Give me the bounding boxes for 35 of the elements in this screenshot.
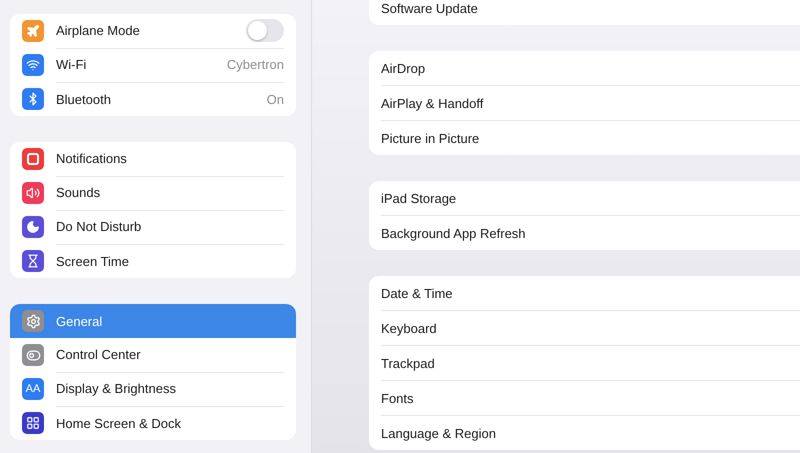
- sidebar-item[interactable]: Airplane Mode: [10, 14, 296, 48]
- settings-item[interactable]: Picture in Picture: [381, 130, 480, 146]
- wifi-icon: [26, 58, 40, 72]
- settings-item[interactable]: Background App Refresh: [381, 226, 526, 240]
- gear-icon: [26, 314, 40, 328]
- sidebar-item[interactable]: AA Display & Brightness: [10, 372, 296, 406]
- sidebar-item[interactable]: Notifications: [10, 142, 296, 176]
- settings-item[interactable]: Date & Time: [381, 286, 453, 300]
- hourglass-icon: [26, 254, 40, 268]
- sidebar-item[interactable]: Home Screen & Dock: [10, 406, 296, 440]
- settings-item[interactable]: Trackpad: [381, 356, 435, 370]
- settings-item[interactable]: AirDrop: [381, 60, 426, 76]
- sidebar-item[interactable]: Bluetooth On: [10, 82, 296, 116]
- moon-icon: [26, 220, 40, 234]
- settings-item[interactable]: Fonts: [381, 390, 414, 406]
- sidebar-item[interactable]: General: [10, 304, 296, 338]
- toggle-switch[interactable]: [246, 19, 284, 42]
- settings-item[interactable]: AirPlay & Handoff: [381, 96, 484, 110]
- settings-item[interactable]: Keyboard: [381, 320, 437, 336]
- sidebar-item[interactable]: Control Center: [10, 338, 296, 372]
- sidebar-item[interactable]: Sounds: [10, 176, 296, 210]
- speaker-icon: [26, 186, 40, 200]
- text-size-icon: AA: [26, 383, 40, 395]
- grid-icon: [26, 416, 40, 430]
- sidebar-item[interactable]: Do Not Disturb: [10, 210, 296, 244]
- notification-icon: [27, 153, 39, 165]
- settings-item[interactable]: iPad Storage: [381, 190, 456, 206]
- switch-icon: [26, 348, 40, 362]
- setting-value: Cybertron: [226, 57, 284, 72]
- settings-item[interactable]: Software Update: [381, 0, 478, 16]
- settings-item[interactable]: Language & Region: [381, 426, 496, 440]
- sidebar-item[interactable]: Wi-Fi Cybertron: [10, 48, 296, 82]
- sidebar-item[interactable]: Screen Time: [10, 244, 296, 278]
- setting-value: On: [266, 92, 284, 106]
- airplane-icon: [26, 24, 40, 38]
